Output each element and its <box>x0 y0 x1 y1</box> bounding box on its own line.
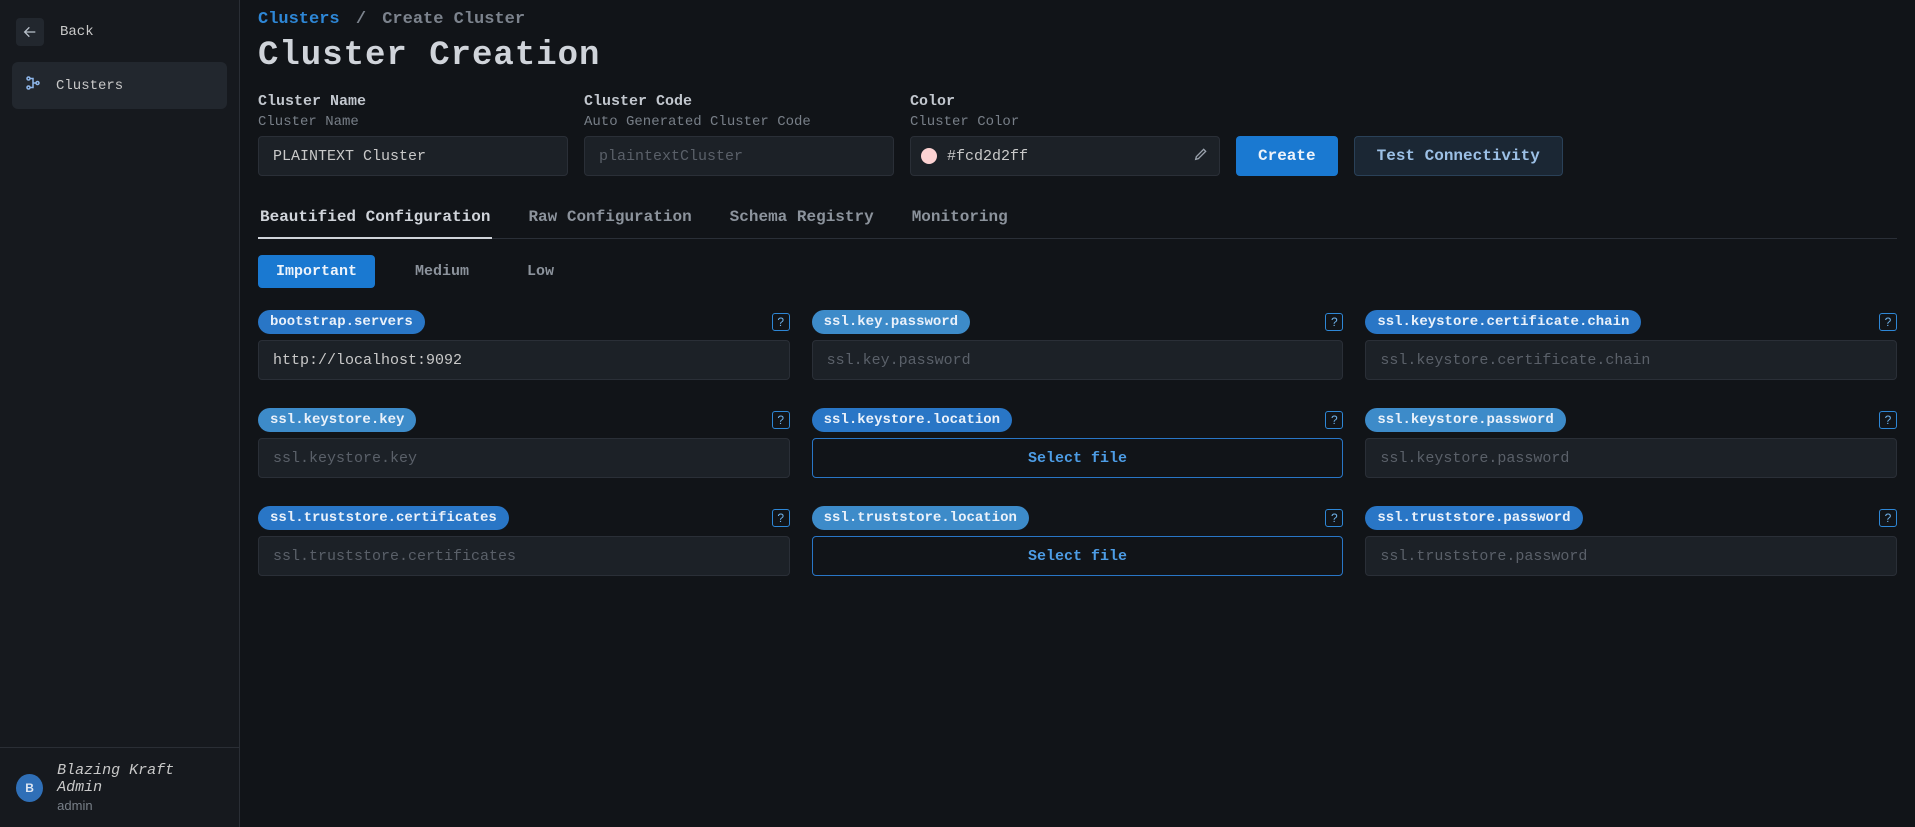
config-input[interactable] <box>258 438 790 478</box>
config-key-badge: ssl.truststore.location <box>812 506 1029 530</box>
config-key-badge: ssl.truststore.certificates <box>258 506 509 530</box>
back-button[interactable]: Back <box>6 8 233 56</box>
back-icon <box>16 18 44 46</box>
config-input[interactable] <box>812 340 1344 380</box>
config-field: ssl.key.password? <box>812 310 1344 380</box>
help-icon[interactable]: ? <box>1879 411 1897 429</box>
tab-raw-configuration[interactable]: Raw Configuration <box>526 198 693 238</box>
config-key-badge: ssl.keystore.certificate.chain <box>1365 310 1641 334</box>
cluster-code-sublabel: Auto Generated Cluster Code <box>584 114 894 130</box>
page-title: Cluster Creation <box>258 37 1897 75</box>
help-icon[interactable]: ? <box>1325 411 1343 429</box>
cluster-code-input[interactable] <box>584 136 894 176</box>
create-button[interactable]: Create <box>1236 136 1338 176</box>
config-key-badge: bootstrap.servers <box>258 310 425 334</box>
breadcrumb-current: Create Cluster <box>382 10 525 29</box>
breadcrumb: Clusters / Create Cluster <box>258 10 1897 29</box>
config-field: bootstrap.servers? <box>258 310 790 380</box>
tab-beautified-configuration[interactable]: Beautified Configuration <box>258 198 492 238</box>
help-icon[interactable]: ? <box>1879 313 1897 331</box>
help-icon[interactable]: ? <box>1325 313 1343 331</box>
user-role: admin <box>57 798 223 813</box>
config-key-badge: ssl.key.password <box>812 310 970 334</box>
config-field: ssl.keystore.key? <box>258 408 790 478</box>
color-label: Color <box>910 93 1220 110</box>
edit-color-icon[interactable] <box>1193 146 1209 167</box>
test-connectivity-button[interactable]: Test Connectivity <box>1354 136 1563 176</box>
config-key-badge: ssl.truststore.password <box>1365 506 1582 530</box>
help-icon[interactable]: ? <box>772 509 790 527</box>
config-input[interactable] <box>1365 438 1897 478</box>
config-key-badge: ssl.keystore.location <box>812 408 1012 432</box>
config-field: ssl.keystore.certificate.chain? <box>1365 310 1897 380</box>
tab-schema-registry[interactable]: Schema Registry <box>728 198 876 238</box>
select-file-button[interactable]: Select file <box>812 438 1344 478</box>
config-field: ssl.truststore.location? Select file <box>812 506 1344 576</box>
color-value: #fcd2d2ff <box>947 148 1183 165</box>
breadcrumb-separator: / <box>356 10 366 29</box>
help-icon[interactable]: ? <box>1325 509 1343 527</box>
sidebar: Back Clusters B Blazing Kraft Admin admi… <box>0 0 240 827</box>
top-form: Cluster Name Cluster Name Cluster Code A… <box>258 93 1897 176</box>
config-key-badge: ssl.keystore.key <box>258 408 416 432</box>
config-field: ssl.truststore.certificates? <box>258 506 790 576</box>
sidebar-footer: B Blazing Kraft Admin admin <box>0 747 239 827</box>
config-field: ssl.keystore.location? Select file <box>812 408 1344 478</box>
config-input[interactable] <box>1365 536 1897 576</box>
config-grid: bootstrap.servers?ssl.key.password?ssl.k… <box>258 310 1897 576</box>
config-tabs: Beautified Configuration Raw Configuratio… <box>258 198 1897 239</box>
color-sublabel: Cluster Color <box>910 114 1220 130</box>
config-field: ssl.keystore.password? <box>1365 408 1897 478</box>
cluster-name-sublabel: Cluster Name <box>258 114 568 130</box>
help-icon[interactable]: ? <box>1879 509 1897 527</box>
config-input[interactable] <box>258 536 790 576</box>
help-icon[interactable]: ? <box>772 313 790 331</box>
back-label: Back <box>60 24 94 40</box>
config-input[interactable] <box>1365 340 1897 380</box>
help-icon[interactable]: ? <box>772 411 790 429</box>
select-file-button[interactable]: Select file <box>812 536 1344 576</box>
config-field: ssl.truststore.password? <box>1365 506 1897 576</box>
cluster-name-input[interactable] <box>258 136 568 176</box>
clusters-icon <box>24 74 42 97</box>
user-name: Blazing Kraft Admin <box>57 762 223 796</box>
config-key-badge: ssl.keystore.password <box>1365 408 1565 432</box>
avatar[interactable]: B <box>16 774 43 802</box>
breadcrumb-root[interactable]: Clusters <box>258 10 340 29</box>
config-input[interactable] <box>258 340 790 380</box>
sidebar-item-clusters[interactable]: Clusters <box>12 62 227 109</box>
cluster-name-label: Cluster Name <box>258 93 568 110</box>
sidebar-item-label: Clusters <box>56 78 123 94</box>
level-important[interactable]: Important <box>258 255 375 288</box>
main-content: Clusters / Create Cluster Cluster Creati… <box>240 0 1915 827</box>
importance-levels: Important Medium Low <box>258 255 1897 288</box>
tab-monitoring[interactable]: Monitoring <box>910 198 1010 238</box>
level-medium[interactable]: Medium <box>397 255 487 288</box>
level-low[interactable]: Low <box>509 255 572 288</box>
color-input[interactable]: #fcd2d2ff <box>910 136 1220 176</box>
color-swatch <box>921 148 937 164</box>
cluster-code-label: Cluster Code <box>584 93 894 110</box>
